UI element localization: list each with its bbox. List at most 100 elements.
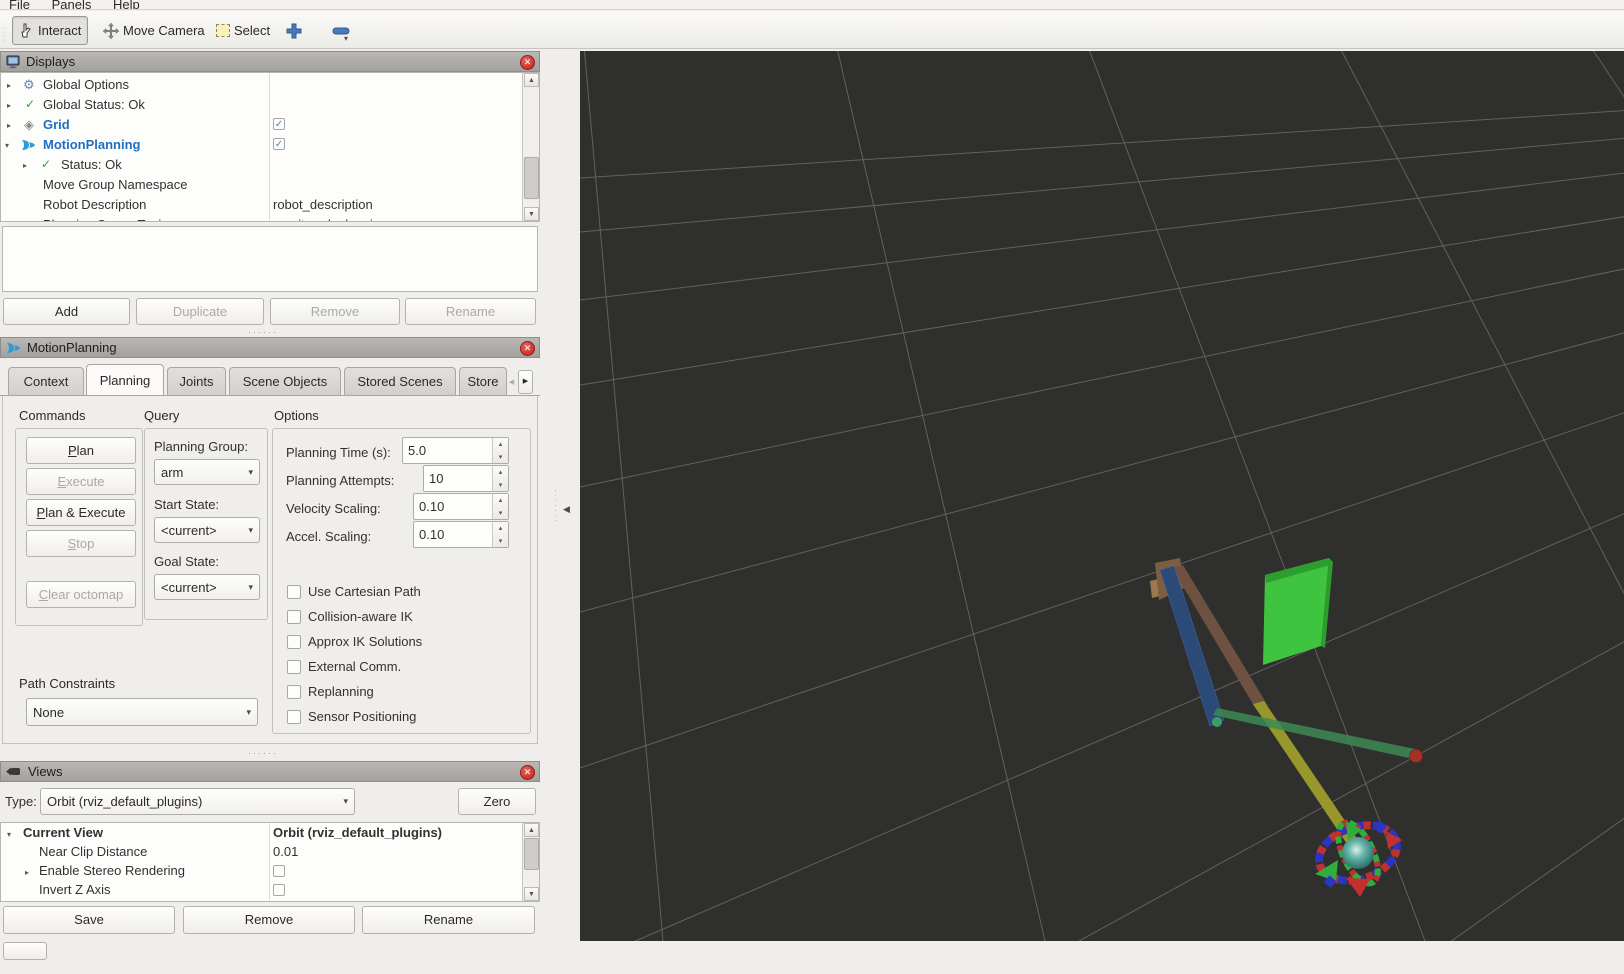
panel-splitter[interactable]: ······: [248, 327, 278, 337]
use-cartesian-path-checkbox[interactable]: [287, 584, 301, 599]
displays-close-button[interactable]: ✕: [520, 55, 535, 70]
sensor-positioning-checkbox[interactable]: [287, 709, 301, 724]
goal-state-dropdown[interactable]: <current> ▾: [154, 574, 260, 600]
scroll-down-icon[interactable]: ▼: [524, 887, 539, 901]
displays-panel-titlebar[interactable]: Displays ✕: [0, 51, 540, 72]
spin-down-icon[interactable]: ▾: [499, 537, 503, 545]
replanning-row[interactable]: Replanning: [287, 684, 374, 699]
motionplanning-enabled-checkbox[interactable]: ✓: [273, 138, 285, 150]
duplicate-display-button[interactable]: Duplicate: [136, 298, 264, 325]
plan-button[interactable]: Plan: [26, 437, 136, 464]
scroll-down-icon[interactable]: ▼: [524, 207, 539, 221]
spin-up-icon[interactable]: ▴: [499, 440, 503, 448]
tab-scroll-right-icon[interactable]: ▶: [518, 370, 533, 394]
zero-button[interactable]: Zero: [458, 788, 536, 815]
marker-center-sphere[interactable]: [1342, 837, 1374, 869]
toolbar-drag-handle[interactable]: ·· ·· ·· ··: [2, 25, 8, 53]
approx-ik-solutions-row[interactable]: Approx IK Solutions: [287, 634, 422, 649]
interact-tool-button[interactable]: Interact: [12, 16, 89, 45]
tree-row-mp-status[interactable]: ▸ ✓ Status: Ok: [1, 155, 521, 175]
tab-stored-states[interactable]: Store: [459, 367, 507, 395]
stereo-checkbox[interactable]: [273, 865, 285, 877]
tree-row-current-view[interactable]: ▾ Current View Orbit (rviz_default_plugi…: [1, 824, 521, 844]
tab-scroll-left-icon[interactable]: ◀: [505, 372, 518, 394]
spin-up-icon[interactable]: ▴: [499, 468, 503, 476]
views-scrollbar[interactable]: ▲ ▼: [522, 823, 539, 901]
tab-scene-objects[interactable]: Scene Objects: [229, 367, 341, 395]
tree-row-planning-scene-topic[interactable]: Planning Scene Topic monitored_planning_…: [1, 215, 521, 221]
grid-enabled-checkbox[interactable]: ✓: [273, 118, 285, 130]
tree-row-stereo[interactable]: ▸ Enable Stereo Rendering: [1, 862, 521, 882]
expander-icon[interactable]: ▾: [5, 141, 9, 150]
views-close-button[interactable]: ✕: [520, 765, 535, 780]
rename-display-button[interactable]: Rename: [405, 298, 536, 325]
expander-icon[interactable]: ▾: [7, 830, 11, 839]
spin-up-icon[interactable]: ▴: [499, 524, 503, 532]
use-cartesian-path-row[interactable]: Use Cartesian Path: [287, 584, 421, 599]
scroll-up-icon[interactable]: ▲: [524, 823, 539, 837]
spin-down-icon[interactable]: ▾: [499, 481, 503, 489]
views-tree[interactable]: ▾ Current View Orbit (rviz_default_plugi…: [0, 822, 540, 902]
invert-z-checkbox[interactable]: [273, 884, 285, 896]
clear-octomap-button[interactable]: Clear octomap: [26, 581, 136, 608]
tab-joints[interactable]: Joints: [167, 367, 226, 395]
planning-group-dropdown[interactable]: arm ▾: [154, 459, 260, 485]
execute-button[interactable]: Execute: [26, 468, 136, 495]
remove-view-button[interactable]: Remove: [183, 906, 355, 934]
tool-overflow-caret-icon[interactable]: ▾: [344, 34, 348, 43]
start-state-dropdown[interactable]: <current> ▾: [154, 517, 260, 543]
expander-icon[interactable]: ▸: [23, 161, 27, 170]
tree-value[interactable]: robot_description: [273, 197, 373, 212]
sensor-positioning-row[interactable]: Sensor Positioning: [287, 709, 416, 724]
velocity-scaling-spinbox[interactable]: 0.10 ▴ ▾: [413, 493, 509, 520]
displays-tree[interactable]: ▸ ⚙ Global Options ▸ ✓ Global Status: Ok…: [0, 72, 540, 222]
marker-arrow-red-down[interactable]: [1346, 878, 1370, 897]
planning-attempts-spinbox[interactable]: 10 ▴ ▾: [423, 465, 509, 492]
spin-up-icon[interactable]: ▴: [499, 496, 503, 504]
3d-viewport[interactable]: [580, 51, 1624, 941]
external-comm-checkbox[interactable]: [287, 659, 301, 674]
tree-row-motionplanning[interactable]: ▾ MotionPlanning ✓: [1, 135, 521, 155]
menu-help[interactable]: Help: [113, 0, 140, 9]
displays-scrollbar-thumb[interactable]: [524, 157, 539, 199]
tree-row-grid[interactable]: ▸ ◈ Grid ✓: [1, 115, 521, 135]
path-constraints-dropdown[interactable]: None ▾: [26, 698, 258, 726]
approx-ik-solutions-checkbox[interactable]: [287, 634, 301, 649]
save-view-button[interactable]: Save: [3, 906, 175, 934]
interactive-marker[interactable]: [1312, 816, 1404, 897]
add-display-button[interactable]: Add: [3, 298, 130, 325]
tab-context[interactable]: Context: [8, 367, 84, 395]
tree-row-move-group-namespace[interactable]: Move Group Namespace: [1, 175, 521, 195]
viewport-splitter[interactable]: · · · · · · ·: [554, 487, 562, 532]
expander-icon[interactable]: ▸: [7, 81, 11, 90]
collision-aware-ik-checkbox[interactable]: [287, 609, 301, 624]
displays-scrollbar[interactable]: ▲ ▼: [522, 73, 539, 221]
remove-display-button[interactable]: Remove: [270, 298, 400, 325]
expander-icon[interactable]: ▸: [7, 121, 11, 130]
scroll-up-icon[interactable]: ▲: [524, 73, 539, 87]
spin-down-icon[interactable]: ▾: [499, 509, 503, 517]
tree-row-invert-z[interactable]: Invert Z Axis: [1, 881, 521, 901]
add-tool-button[interactable]: [280, 16, 308, 45]
expander-icon[interactable]: ▸: [25, 868, 29, 877]
tree-row-near-clip[interactable]: Near Clip Distance 0.01: [1, 843, 521, 863]
accel-scaling-spinbox[interactable]: 0.10 ▴ ▾: [413, 521, 509, 548]
tab-stored-scenes[interactable]: Stored Scenes: [344, 367, 456, 395]
views-scrollbar-thumb[interactable]: [524, 838, 539, 870]
select-tool-button[interactable]: Select: [210, 16, 276, 45]
tree-value[interactable]: monitored_planning_scene: [273, 217, 429, 221]
tree-value[interactable]: 0.01: [273, 844, 298, 859]
panel-splitter[interactable]: ······: [248, 748, 278, 758]
move-camera-tool-button[interactable]: Move Camera: [97, 16, 211, 45]
external-comm-row[interactable]: External Comm.: [287, 659, 401, 674]
tree-row-global-status[interactable]: ▸ ✓ Global Status: Ok: [1, 95, 521, 115]
planning-time-spinbox[interactable]: 5.0 ▴ ▾: [402, 437, 509, 464]
plan-and-execute-button[interactable]: Plan & Execute: [26, 499, 136, 526]
view-type-dropdown[interactable]: Orbit (rviz_default_plugins) ▾: [40, 788, 355, 815]
tree-row-global-options[interactable]: ▸ ⚙ Global Options: [1, 75, 521, 95]
expander-icon[interactable]: ▸: [7, 101, 11, 110]
collapse-panel-icon[interactable]: ◀: [563, 504, 570, 515]
spin-down-icon[interactable]: ▾: [499, 453, 503, 461]
motionplanning-panel-titlebar[interactable]: MotionPlanning ✕: [0, 337, 540, 358]
collision-aware-ik-row[interactable]: Collision-aware IK: [287, 609, 413, 624]
